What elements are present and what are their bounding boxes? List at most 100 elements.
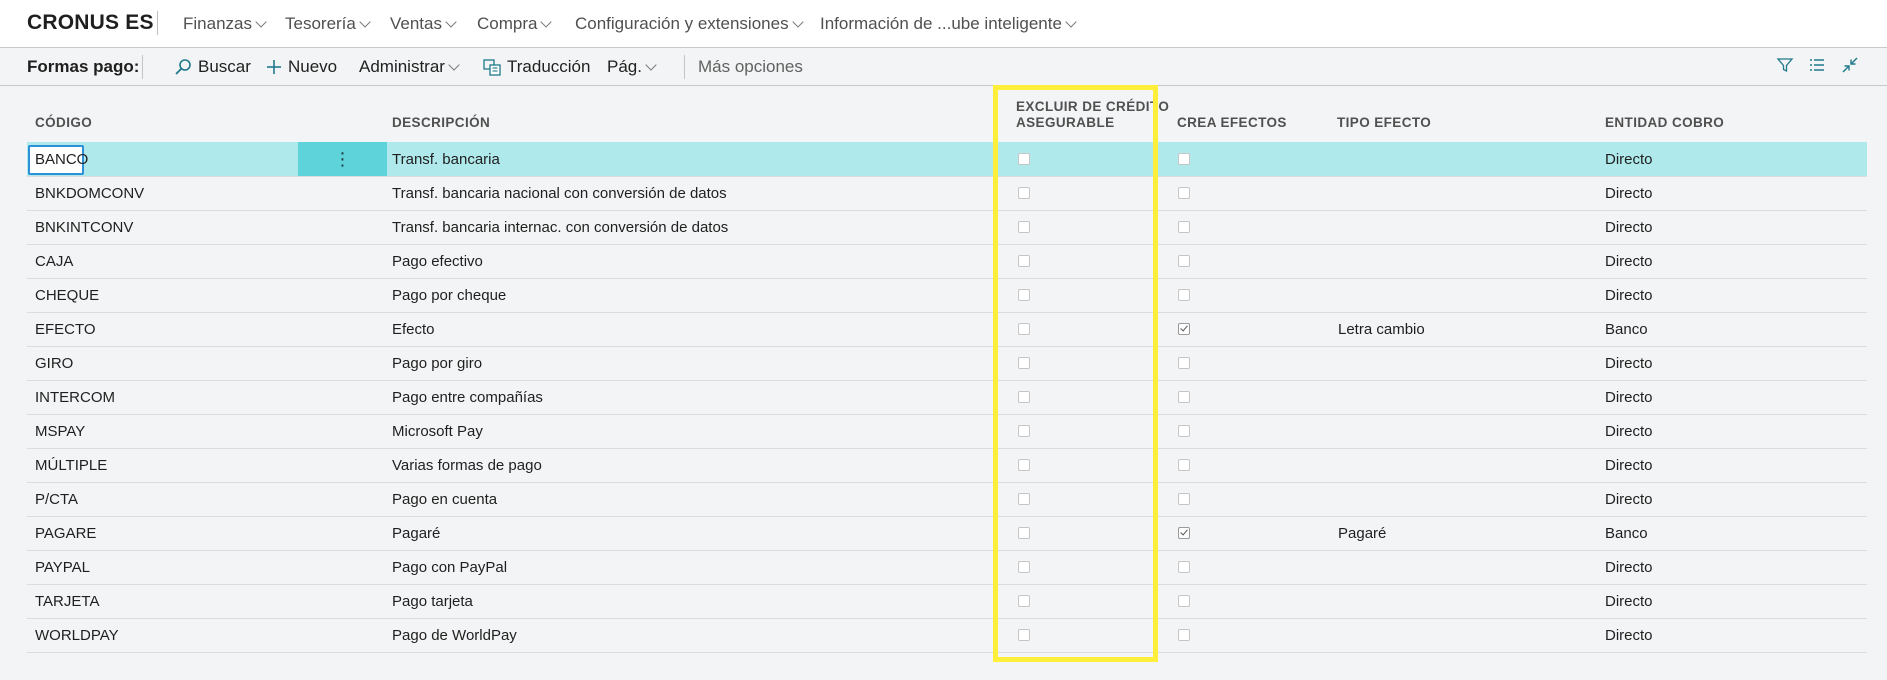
code-cell[interactable]: PAGARE xyxy=(35,525,96,542)
description-cell[interactable]: Varias formas de pago xyxy=(392,457,542,474)
table-row[interactable]: ⋮ BANCO Transf. bancaria Directo xyxy=(27,142,1867,177)
row-actions-button[interactable]: ⋮ xyxy=(298,142,387,176)
creates-bills-checkbox[interactable] xyxy=(1178,629,1190,641)
nav-tesoreria[interactable]: Tesorería xyxy=(285,14,371,34)
bill-type-cell[interactable]: Pagaré xyxy=(1338,525,1386,542)
creates-bills-checkbox[interactable] xyxy=(1178,527,1190,539)
exclude-credit-checkbox[interactable] xyxy=(1018,629,1030,641)
creates-bills-checkbox[interactable] xyxy=(1178,425,1190,437)
nav-ventas[interactable]: Ventas xyxy=(390,14,457,34)
column-header-bill-type[interactable]: TIPO EFECTO xyxy=(1337,115,1431,131)
table-row[interactable]: EFECTO Efecto Letra cambio Banco xyxy=(27,312,1867,347)
collection-agent-cell[interactable]: Directo xyxy=(1605,627,1653,644)
page-menu[interactable]: Pág. xyxy=(607,57,657,77)
code-cell[interactable]: PAYPAL xyxy=(35,559,90,576)
creates-bills-checkbox[interactable] xyxy=(1178,255,1190,267)
table-row[interactable]: CAJA Pago efectivo Directo xyxy=(27,244,1867,279)
table-row[interactable]: PAGARE Pagaré Pagaré Banco xyxy=(27,516,1867,551)
code-cell[interactable]: CHEQUE xyxy=(35,287,99,304)
description-cell[interactable]: Pago tarjeta xyxy=(392,593,473,610)
list-view-button[interactable] xyxy=(1808,56,1826,74)
code-cell[interactable]: BNKDOMCONV xyxy=(35,185,144,202)
code-cell[interactable]: GIRO xyxy=(35,355,73,372)
code-cell[interactable]: TARJETA xyxy=(35,593,99,610)
creates-bills-checkbox[interactable] xyxy=(1178,289,1190,301)
collection-agent-cell[interactable]: Banco xyxy=(1605,525,1648,542)
more-options-button[interactable]: Más opciones xyxy=(698,57,803,77)
exclude-credit-checkbox[interactable] xyxy=(1018,289,1030,301)
code-cell[interactable]: P/CTA xyxy=(35,491,78,508)
exclude-credit-checkbox[interactable] xyxy=(1018,493,1030,505)
table-row[interactable]: MÚLTIPLE Varias formas de pago Directo xyxy=(27,448,1867,483)
collection-agent-cell[interactable]: Directo xyxy=(1605,593,1653,610)
collection-agent-cell[interactable]: Directo xyxy=(1605,287,1653,304)
collection-agent-cell[interactable]: Banco xyxy=(1605,321,1648,338)
description-cell[interactable]: Pago en cuenta xyxy=(392,491,497,508)
nav-finanzas[interactable]: Finanzas xyxy=(183,14,267,34)
collection-agent-cell[interactable]: Directo xyxy=(1605,559,1653,576)
creates-bills-checkbox[interactable] xyxy=(1178,357,1190,369)
description-cell[interactable]: Pago por giro xyxy=(392,355,482,372)
creates-bills-checkbox[interactable] xyxy=(1178,595,1190,607)
description-cell[interactable]: Pago entre compañías xyxy=(392,389,543,406)
description-cell[interactable]: Microsoft Pay xyxy=(392,423,483,440)
collection-agent-cell[interactable]: Directo xyxy=(1605,491,1653,508)
bill-type-cell[interactable]: Letra cambio xyxy=(1338,321,1425,338)
code-cell[interactable]: BANCO xyxy=(35,151,88,168)
column-header-collection-agent[interactable]: ENTIDAD COBRO xyxy=(1605,115,1724,131)
table-row[interactable]: BNKINTCONV Transf. bancaria internac. con… xyxy=(27,210,1867,245)
table-row[interactable]: MSPAY Microsoft Pay Directo xyxy=(27,414,1867,449)
nav-compra[interactable]: Compra xyxy=(477,14,553,34)
creates-bills-checkbox[interactable] xyxy=(1178,187,1190,199)
description-cell[interactable]: Pagaré xyxy=(392,525,440,542)
table-row[interactable]: CHEQUE Pago por cheque Directo xyxy=(27,278,1867,313)
exclude-credit-checkbox[interactable] xyxy=(1018,221,1030,233)
description-cell[interactable]: Transf. bancaria nacional con conversión… xyxy=(392,185,727,202)
code-cell[interactable]: BNKINTCONV xyxy=(35,219,133,236)
translation-button[interactable]: Traducción xyxy=(483,57,590,77)
search-button[interactable]: Buscar xyxy=(174,57,251,77)
exclude-credit-checkbox[interactable] xyxy=(1018,153,1030,165)
exclude-credit-checkbox[interactable] xyxy=(1018,425,1030,437)
code-cell[interactable]: INTERCOM xyxy=(35,389,115,406)
column-header-code[interactable]: CÓDIGO xyxy=(35,115,92,131)
nav-informacion[interactable]: Información de ...ube inteligente xyxy=(820,14,1077,34)
creates-bills-checkbox[interactable] xyxy=(1178,221,1190,233)
exclude-credit-checkbox[interactable] xyxy=(1018,255,1030,267)
company-name[interactable]: CRONUS ES xyxy=(27,11,154,35)
description-cell[interactable]: Pago con PayPal xyxy=(392,559,507,576)
table-row[interactable]: INTERCOM Pago entre compañías Directo xyxy=(27,380,1867,415)
exclude-credit-checkbox[interactable] xyxy=(1018,187,1030,199)
creates-bills-checkbox[interactable] xyxy=(1178,493,1190,505)
column-header-creates-bills[interactable]: CREA EFECTOS xyxy=(1177,115,1287,131)
code-cell[interactable]: CAJA xyxy=(35,253,73,270)
exclude-credit-checkbox[interactable] xyxy=(1018,527,1030,539)
creates-bills-checkbox[interactable] xyxy=(1178,391,1190,403)
nav-configuracion[interactable]: Configuración y extensiones xyxy=(575,14,804,34)
description-cell[interactable]: Efecto xyxy=(392,321,435,338)
table-row[interactable]: GIRO Pago por giro Directo xyxy=(27,346,1867,381)
code-cell[interactable]: MSPAY xyxy=(35,423,85,440)
code-cell[interactable]: MÚLTIPLE xyxy=(35,457,107,474)
collection-agent-cell[interactable]: Directo xyxy=(1605,219,1653,236)
table-row[interactable]: TARJETA Pago tarjeta Directo xyxy=(27,584,1867,619)
collection-agent-cell[interactable]: Directo xyxy=(1605,253,1653,270)
table-row[interactable]: BNKDOMCONV Transf. bancaria nacional con … xyxy=(27,176,1867,211)
collection-agent-cell[interactable]: Directo xyxy=(1605,389,1653,406)
code-cell[interactable]: EFECTO xyxy=(35,321,96,338)
description-cell[interactable]: Pago efectivo xyxy=(392,253,483,270)
code-cell[interactable]: WORLDPAY xyxy=(35,627,119,644)
description-cell[interactable]: Pago por cheque xyxy=(392,287,506,304)
exclude-credit-checkbox[interactable] xyxy=(1018,323,1030,335)
exclude-credit-checkbox[interactable] xyxy=(1018,391,1030,403)
exclude-credit-checkbox[interactable] xyxy=(1018,459,1030,471)
collection-agent-cell[interactable]: Directo xyxy=(1605,423,1653,440)
column-header-description[interactable]: DESCRIPCIÓN xyxy=(392,115,490,131)
exclude-credit-checkbox[interactable] xyxy=(1018,561,1030,573)
collection-agent-cell[interactable]: Directo xyxy=(1605,457,1653,474)
manage-menu[interactable]: Administrar xyxy=(359,57,460,77)
collection-agent-cell[interactable]: Directo xyxy=(1605,151,1653,168)
collection-agent-cell[interactable]: Directo xyxy=(1605,355,1653,372)
creates-bills-checkbox[interactable] xyxy=(1178,153,1190,165)
collapse-button[interactable] xyxy=(1841,56,1859,74)
